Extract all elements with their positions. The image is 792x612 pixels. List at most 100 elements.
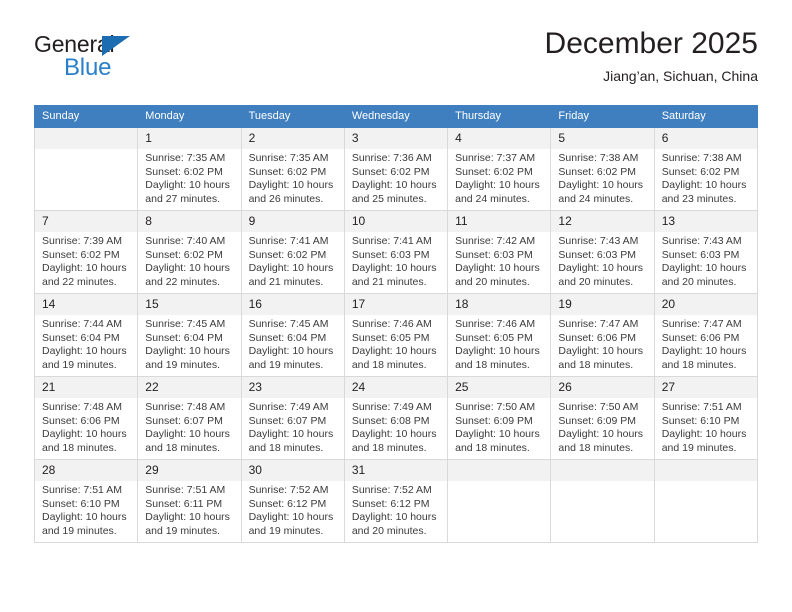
sunrise-text: Sunrise: 7:37 AM xyxy=(455,152,536,164)
day-number: 15 xyxy=(138,294,241,315)
sunset-text: Sunset: 6:09 PM xyxy=(455,414,533,427)
calendar-day-cell[interactable]: 17 Sunrise: 7:46 AM Sunset: 6:05 PM Dayligh… xyxy=(343,293,449,377)
sunset-text: Sunset: 6:02 PM xyxy=(351,165,430,178)
calendar-grid: Sunday Monday Tuesday Wednesday Thursday… xyxy=(33,105,759,543)
daylight-text: Daylight: 10 hours and 20 minutes. xyxy=(661,262,747,288)
weekday-header-sunday: Sunday xyxy=(33,105,139,128)
day-number: 14 xyxy=(35,294,138,315)
day-number: 27 xyxy=(654,377,757,398)
calendar-day-cell[interactable]: 31 Sunrise: 7:52 AM Sunset: 6:12 PM Dayligh… xyxy=(343,459,449,543)
day-number: 31 xyxy=(344,460,448,481)
sunset-text: Sunset: 6:04 PM xyxy=(248,331,327,344)
weekday-header-thursday: Thursday xyxy=(447,105,552,128)
sunrise-text: Sunrise: 7:36 AM xyxy=(351,152,432,164)
weekday-header-wednesday: Wednesday xyxy=(343,105,449,128)
calendar-day-cell[interactable]: 6 Sunrise: 7:38 AM Sunset: 6:02 PM Daylight… xyxy=(653,127,759,211)
daylight-text: Daylight: 10 hours and 18 minutes. xyxy=(455,428,540,454)
calendar-day-cell[interactable]: 20 Sunrise: 7:47 AM Sunset: 6:06 PM Dayligh… xyxy=(653,293,759,377)
calendar-day-cell[interactable]: 29 Sunrise: 7:51 AM Sunset: 6:11 PM Dayligh… xyxy=(137,459,242,543)
sunset-text: Sunset: 6:11 PM xyxy=(145,497,223,510)
day-number: 25 xyxy=(448,377,551,398)
day-details: Sunrise: 7:41 AM Sunset: 6:02 PM Daylight:… xyxy=(242,232,344,289)
calendar-day-cell[interactable]: 26 Sunrise: 7:50 AM Sunset: 6:09 PM Dayligh… xyxy=(550,376,655,460)
calendar-day-cell[interactable]: 9 Sunrise: 7:41 AM Sunset: 6:02 PM Daylight… xyxy=(240,210,345,294)
calendar-day-cell[interactable]: 8 Sunrise: 7:40 AM Sunset: 6:02 PM Daylight… xyxy=(137,210,242,294)
day-details: Sunrise: 7:42 AM Sunset: 6:03 PM Daylight:… xyxy=(448,232,550,289)
calendar-day-cell[interactable]: 10 Sunrise: 7:41 AM Sunset: 6:03 PM Dayligh… xyxy=(343,210,449,294)
calendar-day-cell[interactable]: 24 Sunrise: 7:49 AM Sunset: 6:08 PM Dayligh… xyxy=(343,376,449,460)
day-details: Sunrise: 7:50 AM Sunset: 6:09 PM Daylight:… xyxy=(551,398,653,455)
calendar-day-cell[interactable]: 23 Sunrise: 7:49 AM Sunset: 6:07 PM Dayligh… xyxy=(240,376,345,460)
daylight-text: Daylight: 10 hours and 21 minutes. xyxy=(248,262,334,288)
sunset-text: Sunset: 6:05 PM xyxy=(351,331,430,344)
day-details: Sunrise: 7:52 AM Sunset: 6:12 PM Daylight:… xyxy=(242,481,344,538)
sunset-text: Sunset: 6:03 PM xyxy=(351,248,430,261)
sunset-text: Sunset: 6:12 PM xyxy=(248,497,327,510)
sunset-text: Sunset: 6:03 PM xyxy=(455,248,533,261)
day-number: 7 xyxy=(35,211,138,232)
day-details: Sunrise: 7:43 AM Sunset: 6:03 PM Daylight:… xyxy=(551,232,653,289)
daylight-text: Daylight: 10 hours and 23 minutes. xyxy=(661,179,747,205)
daylight-text: Daylight: 10 hours and 26 minutes. xyxy=(248,179,334,205)
daylight-text: Daylight: 10 hours and 19 minutes. xyxy=(248,511,334,537)
calendar-day-cell[interactable]: 1 Sunrise: 7:35 AM Sunset: 6:02 PM Daylight… xyxy=(137,127,242,211)
sunrise-text: Sunrise: 7:52 AM xyxy=(248,484,329,496)
daylight-text: Daylight: 10 hours and 20 minutes. xyxy=(558,262,644,288)
calendar-day-cell[interactable]: 21 Sunrise: 7:48 AM Sunset: 6:06 PM Dayligh… xyxy=(33,376,139,460)
daylight-text: Daylight: 10 hours and 18 minutes. xyxy=(42,428,127,454)
calendar-day-cell[interactable]: 11 Sunrise: 7:42 AM Sunset: 6:03 PM Dayligh… xyxy=(447,210,552,294)
calendar-day-cell[interactable]: 12 Sunrise: 7:43 AM Sunset: 6:03 PM Dayligh… xyxy=(550,210,655,294)
day-number xyxy=(448,460,551,481)
daylight-text: Daylight: 10 hours and 20 minutes. xyxy=(455,262,540,288)
day-details: Sunrise: 7:49 AM Sunset: 6:07 PM Daylight:… xyxy=(242,398,344,455)
day-number: 2 xyxy=(241,128,344,149)
calendar-day-cell[interactable]: 28 Sunrise: 7:51 AM Sunset: 6:10 PM Dayligh… xyxy=(33,459,139,543)
calendar-day-cell[interactable]: 13 Sunrise: 7:43 AM Sunset: 6:03 PM Dayligh… xyxy=(653,210,759,294)
calendar-day-cell[interactable]: 18 Sunrise: 7:46 AM Sunset: 6:05 PM Dayligh… xyxy=(447,293,552,377)
calendar-day-cell[interactable]: 4 Sunrise: 7:37 AM Sunset: 6:02 PM Daylight… xyxy=(447,127,552,211)
sunrise-text: Sunrise: 7:41 AM xyxy=(351,235,432,247)
sunrise-text: Sunrise: 7:50 AM xyxy=(558,401,639,413)
logo-text-blue: Blue xyxy=(64,54,112,81)
sunrise-text: Sunrise: 7:39 AM xyxy=(42,235,122,247)
calendar-day-cell[interactable]: 19 Sunrise: 7:47 AM Sunset: 6:06 PM Dayligh… xyxy=(550,293,655,377)
day-details: Sunrise: 7:35 AM Sunset: 6:02 PM Daylight:… xyxy=(138,149,240,206)
calendar-day-cell[interactable]: 14 Sunrise: 7:44 AM Sunset: 6:04 PM Dayligh… xyxy=(33,293,139,377)
daylight-text: Daylight: 10 hours and 18 minutes. xyxy=(145,428,230,454)
calendar-day-cell[interactable]: 25 Sunrise: 7:50 AM Sunset: 6:09 PM Dayligh… xyxy=(447,376,552,460)
daylight-text: Daylight: 10 hours and 21 minutes. xyxy=(351,262,437,288)
day-details: Sunrise: 7:41 AM Sunset: 6:03 PM Daylight:… xyxy=(345,232,447,289)
daylight-text: Daylight: 10 hours and 19 minutes. xyxy=(145,345,230,371)
daylight-text: Daylight: 10 hours and 18 minutes. xyxy=(558,428,644,454)
sunset-text: Sunset: 6:06 PM xyxy=(42,414,120,427)
day-number: 13 xyxy=(654,211,757,232)
calendar-day-cell[interactable]: 22 Sunrise: 7:48 AM Sunset: 6:07 PM Dayligh… xyxy=(137,376,242,460)
calendar-day-cell[interactable]: 5 Sunrise: 7:38 AM Sunset: 6:02 PM Daylight… xyxy=(550,127,655,211)
calendar-day-cell[interactable]: 27 Sunrise: 7:51 AM Sunset: 6:10 PM Dayligh… xyxy=(653,376,759,460)
calendar-day-cell[interactable]: 16 Sunrise: 7:45 AM Sunset: 6:04 PM Dayligh… xyxy=(240,293,345,377)
daylight-text: Daylight: 10 hours and 25 minutes. xyxy=(351,179,437,205)
sunrise-text: Sunrise: 7:35 AM xyxy=(248,152,329,164)
calendar-week-row: 1 Sunrise: 7:35 AM Sunset: 6:02 PM Daylight… xyxy=(33,127,759,211)
day-details: Sunrise: 7:38 AM Sunset: 6:02 PM Daylight:… xyxy=(551,149,653,206)
daylight-text: Daylight: 10 hours and 24 minutes. xyxy=(455,179,540,205)
day-details: Sunrise: 7:49 AM Sunset: 6:08 PM Daylight:… xyxy=(345,398,447,455)
sunset-text: Sunset: 6:12 PM xyxy=(351,497,430,510)
calendar-day-cell[interactable]: 3 Sunrise: 7:36 AM Sunset: 6:02 PM Daylight… xyxy=(343,127,449,211)
sunrise-text: Sunrise: 7:38 AM xyxy=(661,152,742,164)
day-details: Sunrise: 7:36 AM Sunset: 6:02 PM Daylight:… xyxy=(345,149,447,206)
general-blue-logo[interactable]: General Blue xyxy=(34,31,174,87)
calendar-body: 1 Sunrise: 7:35 AM Sunset: 6:02 PM Daylight… xyxy=(33,127,759,543)
daylight-text: Daylight: 10 hours and 24 minutes. xyxy=(558,179,644,205)
sunrise-text: Sunrise: 7:46 AM xyxy=(351,318,432,330)
day-number: 18 xyxy=(448,294,551,315)
calendar-day-cell[interactable]: 15 Sunrise: 7:45 AM Sunset: 6:04 PM Dayligh… xyxy=(137,293,242,377)
weekday-header-tuesday: Tuesday xyxy=(240,105,345,128)
day-details: Sunrise: 7:52 AM Sunset: 6:12 PM Daylight:… xyxy=(345,481,447,538)
calendar-day-cell-empty xyxy=(33,127,139,211)
calendar-week-row: 28 Sunrise: 7:51 AM Sunset: 6:10 PM Dayligh… xyxy=(33,459,759,543)
calendar-day-cell[interactable]: 2 Sunrise: 7:35 AM Sunset: 6:02 PM Daylight… xyxy=(240,127,345,211)
calendar-day-cell[interactable]: 30 Sunrise: 7:52 AM Sunset: 6:12 PM Dayligh… xyxy=(240,459,345,543)
day-number: 11 xyxy=(448,211,551,232)
calendar-day-cell[interactable]: 7 Sunrise: 7:39 AM Sunset: 6:02 PM Daylight… xyxy=(33,210,139,294)
